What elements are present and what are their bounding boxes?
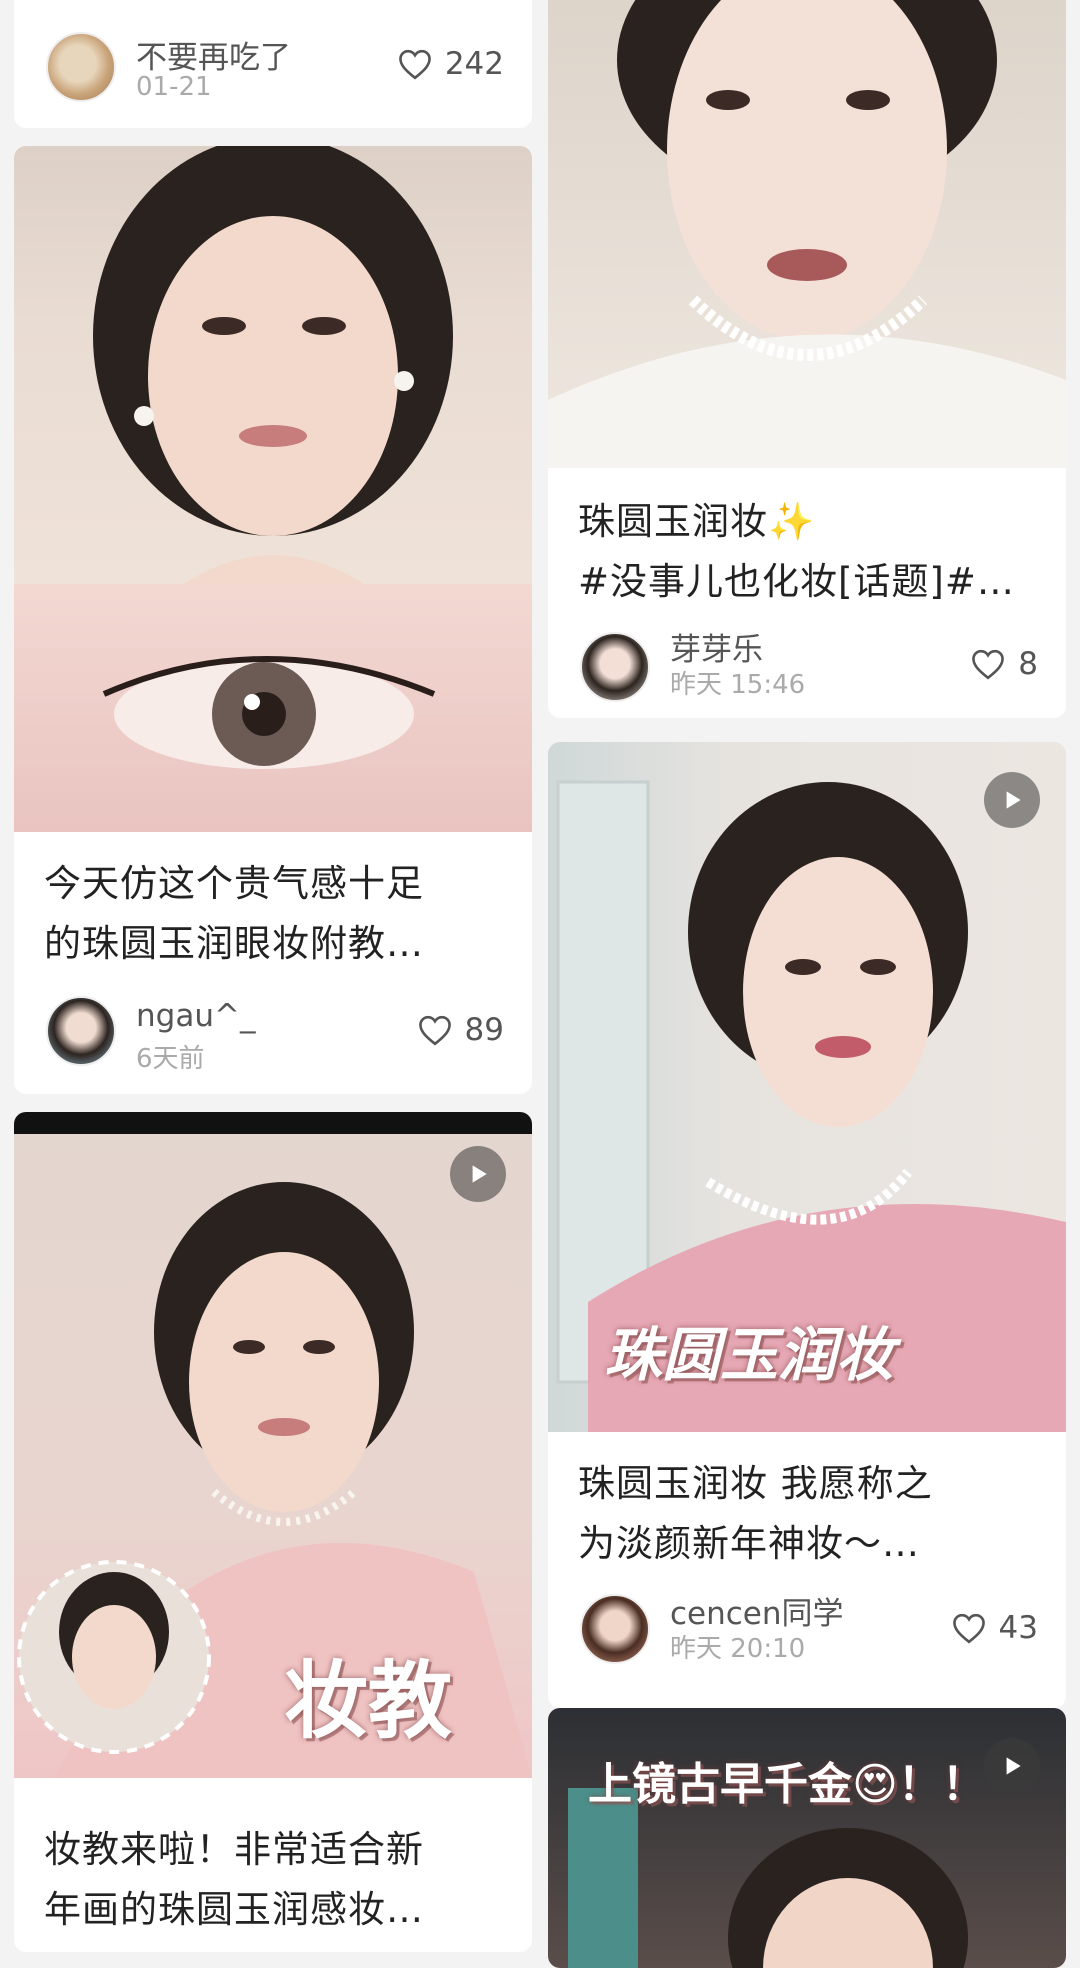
like-count: 242 bbox=[444, 46, 504, 82]
heart-outline-icon bbox=[972, 649, 1005, 680]
note-title[interactable]: 珠圆玉润妆 我愿称之 为淡颜新年神妆～… bbox=[578, 1454, 1042, 1574]
note-card-right-1[interactable]: 珠圆玉润妆✨ #没事儿也化妆[话题]#… 芽芽乐 昨天 15:46 8 bbox=[548, 0, 1066, 718]
author-name[interactable]: cencen同学 bbox=[670, 1588, 844, 1633]
note-title[interactable]: 今天仿这个贵气感十足 的珠圆玉润眼妆附教… bbox=[44, 854, 508, 974]
like-button[interactable]: 8 bbox=[970, 646, 1038, 682]
heart-outline-icon bbox=[952, 1613, 985, 1644]
avatar[interactable] bbox=[580, 632, 650, 702]
avatar[interactable] bbox=[46, 32, 116, 102]
cover-overlay-text: 上镜古早千金😍！！ bbox=[588, 1759, 986, 1810]
like-button[interactable]: 89 bbox=[417, 1012, 504, 1048]
play-icon bbox=[472, 1165, 487, 1183]
like-count: 43 bbox=[998, 1610, 1038, 1646]
portrait-illustration bbox=[17, 1182, 532, 1778]
post-time: 昨天 20:10 bbox=[670, 1634, 806, 1664]
note-card-left-2[interactable]: 妆教 妆教来啦！非常适合新 年画的珠圆玉润感妆… bbox=[14, 1112, 532, 1952]
play-icon bbox=[1006, 1757, 1021, 1775]
cover-image[interactable] bbox=[14, 146, 532, 584]
cover-image[interactable] bbox=[548, 0, 1066, 468]
author-name[interactable]: ngau^_ bbox=[136, 998, 255, 1034]
heart-outline-icon bbox=[418, 1015, 451, 1046]
video-play-button[interactable] bbox=[450, 1146, 506, 1202]
author-name[interactable]: 不要再吃了 bbox=[136, 32, 291, 77]
like-button[interactable]: 242 bbox=[397, 46, 504, 82]
note-title[interactable]: 珠圆玉润妆✨ #没事儿也化妆[话题]#… bbox=[578, 492, 1042, 612]
play-icon bbox=[1006, 791, 1021, 809]
note-card-top-left[interactable]: 不要再吃了 01-21 242 bbox=[14, 0, 532, 128]
cover-image-closeup bbox=[14, 584, 532, 832]
post-time: 01-21 bbox=[136, 72, 212, 102]
portrait-illustration bbox=[548, 0, 1066, 468]
portrait-illustration bbox=[93, 146, 453, 584]
note-title[interactable]: 妆教来啦！非常适合新 年画的珠圆玉润感妆… bbox=[44, 1820, 508, 1940]
video-play-button[interactable] bbox=[984, 1738, 1040, 1794]
cover-overlay-text: 妆教 bbox=[284, 1652, 453, 1750]
note-card-right-2[interactable]: 珠圆玉润妆 珠圆玉润妆 我愿称之 为淡颜新年神妆～… cencen同学 昨天 2… bbox=[548, 742, 1066, 1708]
note-card-right-3[interactable]: 上镜古早千金😍！！ bbox=[548, 1708, 1066, 1968]
note-card-left-1[interactable]: 今天仿这个贵气感十足 的珠圆玉润眼妆附教… ngau^_ 6天前 89 bbox=[14, 146, 532, 1094]
video-play-button[interactable] bbox=[984, 772, 1040, 828]
heart-outline-icon bbox=[398, 49, 431, 80]
post-time: 6天前 bbox=[136, 1044, 205, 1074]
author-name[interactable]: 芽芽乐 bbox=[670, 624, 763, 669]
cover-image[interactable]: 妆教 bbox=[14, 1112, 532, 1778]
cover-image[interactable]: 上镜古早千金😍！！ bbox=[548, 1708, 1066, 1968]
cover-image[interactable]: 珠圆玉润妆 bbox=[548, 742, 1066, 1432]
avatar[interactable] bbox=[46, 996, 116, 1066]
post-time: 昨天 15:46 bbox=[670, 670, 806, 700]
cover-overlay-text: 珠圆玉润妆 bbox=[604, 1321, 895, 1389]
like-count: 8 bbox=[1018, 646, 1038, 682]
portrait-illustration bbox=[568, 1788, 968, 1968]
like-button[interactable]: 43 bbox=[951, 1610, 1038, 1646]
like-count: 89 bbox=[464, 1012, 504, 1048]
avatar[interactable] bbox=[580, 1594, 650, 1664]
